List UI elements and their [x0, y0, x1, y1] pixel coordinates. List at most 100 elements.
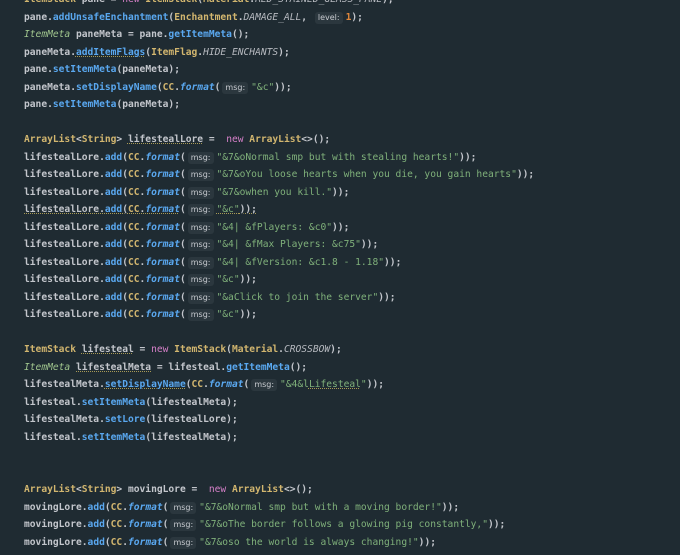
code-line[interactable]: [0, 464, 680, 482]
code-token: ));: [332, 221, 350, 233]
code-line[interactable]: lifestealLore.add(CC.format(msg: "&4| &fP…: [0, 219, 680, 237]
code-line[interactable]: lifestealLore.add(CC.format(msg: "&c"));: [0, 201, 680, 219]
code-token: ));: [239, 204, 257, 215]
parameter-hint: msg:: [187, 309, 214, 321]
code-line[interactable]: ItemMeta paneMeta = pane.getItemMeta();: [0, 26, 680, 44]
code-token: );: [351, 11, 363, 23]
code-token: "&4&l: [280, 379, 309, 390]
code-token: setDisplayName: [104, 379, 186, 390]
code-line[interactable]: lifestealMeta.setDisplayName(CC.format(m…: [0, 376, 680, 394]
code-token: ));: [239, 309, 257, 320]
code-line[interactable]: lifestealLore.add(CC.format(msg: "&4| &fV…: [0, 254, 680, 272]
code-token: (: [162, 519, 169, 530]
code-line[interactable]: lifesteal.setItemMeta(lifestealMeta);: [0, 429, 680, 447]
code-token: movingLore.: [24, 536, 88, 548]
code-token: (lifestealMeta);: [145, 431, 238, 443]
code-token: paneMeta.: [24, 81, 76, 93]
code-token: CC: [127, 186, 140, 198]
code-token: ItemStack: [168, 344, 227, 355]
code-token: <>();: [283, 484, 313, 495]
code-token: "&7&oNormal smp but with stealing hearts…: [216, 151, 460, 163]
code-token: lifestealLore.: [24, 274, 105, 285]
code-token: add: [104, 274, 123, 285]
code-line[interactable]: pane.setItemMeta(paneMeta);: [0, 96, 680, 114]
parameter-hint: msg:: [187, 274, 214, 286]
code-line[interactable]: lifestealLore.add(CC.format(msg: "&7&oYou…: [0, 166, 680, 184]
code-token: movingLore.: [24, 519, 88, 530]
code-line[interactable]: paneMeta.addItemFlags(ItemFlag.HIDE_ENCH…: [0, 44, 680, 62]
code-line[interactable]: lifestealLore.add(CC.format(msg: "&c"));: [0, 271, 680, 289]
code-token: add: [104, 169, 123, 180]
parameter-hint: msg:: [222, 81, 249, 94]
code-line[interactable]: [0, 114, 680, 132]
code-token: <>();: [301, 134, 331, 145]
parameter-hint: msg:: [170, 536, 197, 549]
code-line[interactable]: paneMeta.setDisplayName(CC.format(msg: "&…: [0, 79, 680, 97]
code-token: CROSSBOW: [283, 344, 331, 355]
code-token: (paneMeta);: [116, 64, 180, 75]
code-line[interactable]: ArrayList<String> movingLore = new Array…: [0, 481, 680, 499]
code-token: String: [81, 134, 117, 145]
code-line[interactable]: lifestealLore.add(CC.format(msg: "&7&owhe…: [0, 184, 680, 202]
code-token: Lifesteal: [308, 379, 361, 390]
code-token: ();: [289, 361, 308, 373]
code-token: CC: [191, 379, 204, 390]
code-line[interactable]: lifestealMeta.setLore(lifestealLore);: [0, 411, 680, 429]
code-line[interactable]: ArrayList<String> lifestealLore = new Ar…: [0, 131, 680, 149]
parameter-hint: msg:: [187, 239, 214, 251]
code-token: format: [128, 501, 163, 513]
code-token: ArrayList: [243, 134, 302, 145]
code-token: format: [145, 239, 180, 250]
code-token: (: [179, 169, 186, 180]
code-line[interactable]: ItemMeta lifestealMeta = lifesteal.getIt…: [0, 359, 680, 377]
code-token: getItemMeta: [168, 29, 232, 40]
code-line[interactable]: pane.addUnsafeEnchantment(Enchantment.DA…: [0, 9, 680, 27]
code-line[interactable]: movingLore.add(CC.format(msg: "&7&oso the…: [0, 534, 680, 552]
code-token: pane.: [24, 64, 53, 75]
code-token: (: [179, 239, 186, 250]
code-line[interactable]: movingLore.add(CC.format(msg: "&7&oNormal…: [0, 499, 680, 517]
code-token: lifestealLore.: [24, 186, 105, 198]
code-token: > movingLore =: [116, 484, 209, 495]
code-line[interactable]: ItemStack pane = new ItemStack(Material.…: [0, 0, 680, 9]
code-token: (: [162, 501, 169, 513]
code-line[interactable]: lifesteal.setItemMeta(lifestealMeta);: [0, 394, 680, 412]
code-token: ArrayList: [24, 134, 76, 145]
parameter-hint: msg:: [187, 169, 214, 181]
code-token: lifesteal: [81, 344, 134, 355]
code-line[interactable]: lifestealLore.add(CC.format(msg: "&aClick…: [0, 289, 680, 307]
code-token: ItemFlag: [151, 46, 198, 58]
code-token: ));: [487, 519, 506, 530]
code-token: ));: [459, 151, 477, 163]
code-line[interactable]: movingLore.add(CC.format(msg: "&7&oThe bo…: [0, 516, 680, 534]
code-line[interactable]: ItemStack lifesteal = new ItemStack(Mate…: [0, 341, 680, 359]
code-token: format: [145, 274, 180, 285]
code-token: paneMeta.: [24, 46, 76, 58]
code-token: "&7&oYou loose hearts when you die, you …: [216, 169, 517, 180]
code-line[interactable]: lifestealLore.add(CC.format(msg: "&7&oNor…: [0, 149, 680, 167]
code-line[interactable]: pane.setItemMeta(paneMeta);: [0, 61, 680, 79]
code-line[interactable]: [0, 446, 680, 464]
code-token: ));: [516, 169, 535, 180]
code-token: (: [243, 379, 250, 390]
code-token: lifestealMeta.: [24, 379, 105, 390]
code-token: CC: [110, 501, 123, 513]
code-token: add: [87, 501, 105, 513]
code-line[interactable]: lifestealLore.add(CC.format(msg: "&4| &fM…: [0, 236, 680, 254]
code-token: (lifestealMeta);: [145, 396, 238, 408]
code-token: = lifesteal.: [151, 361, 227, 373]
code-editor[interactable]: ItemStack pane = new ItemStack(Material.…: [0, 0, 680, 551]
code-token: );: [278, 46, 290, 58]
code-token: add: [87, 519, 105, 530]
code-token: "&7&oso the world is always changing!": [199, 536, 419, 548]
code-line[interactable]: [0, 324, 680, 342]
code-token: format: [145, 186, 180, 198]
code-line[interactable]: lifestealLore.add(CC.format(msg: "&c"));: [0, 306, 680, 324]
code-token: lifestealLore.: [24, 151, 105, 163]
code-token: pane.: [24, 99, 53, 110]
code-token: "&aClick to join the server": [216, 291, 379, 303]
code-token: (: [179, 256, 186, 268]
code-token: CC: [127, 221, 140, 233]
code-token: new: [151, 344, 169, 355]
code-token: ItemStack: [140, 0, 197, 5]
